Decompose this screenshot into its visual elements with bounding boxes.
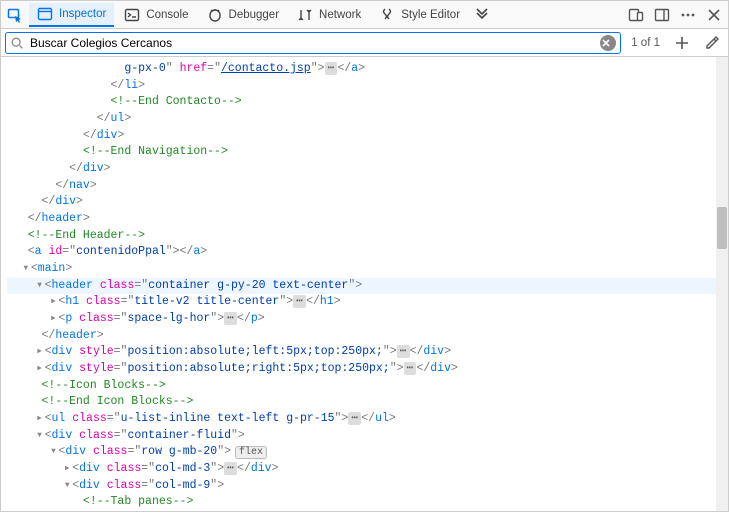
tab-styleeditor[interactable]: Style Editor bbox=[371, 3, 468, 27]
expand-toggle[interactable]: ▾ bbox=[35, 428, 45, 445]
ellipsis-icon[interactable]: ⋯ bbox=[224, 312, 237, 325]
code-line[interactable]: </div> bbox=[7, 194, 716, 211]
code-line[interactable]: </nav> bbox=[7, 178, 716, 195]
code-line[interactable]: </header> bbox=[7, 211, 716, 228]
expand-toggle[interactable]: ▸ bbox=[35, 411, 45, 428]
tab-label: Style Editor bbox=[401, 9, 460, 21]
expand-toggle[interactable]: ▸ bbox=[48, 311, 58, 328]
expand-toggle[interactable]: ▾ bbox=[62, 478, 72, 495]
more-icon[interactable] bbox=[676, 3, 700, 27]
close-icon[interactable] bbox=[702, 3, 726, 27]
expand-toggle[interactable]: ▸ bbox=[62, 461, 72, 478]
ellipsis-icon[interactable]: ⋯ bbox=[404, 362, 417, 375]
expand-toggle[interactable]: ▾ bbox=[35, 278, 45, 295]
code-line[interactable]: ▾<main> bbox=[7, 261, 716, 278]
code-line[interactable]: ▾<div class="row g-mb-20">flex bbox=[7, 444, 716, 461]
eyedropper-icon[interactable] bbox=[700, 31, 724, 55]
code-line[interactable]: </li> bbox=[7, 78, 716, 95]
tab-label: Debugger bbox=[229, 9, 280, 21]
dock-mode-icon[interactable] bbox=[650, 3, 674, 27]
devtools-window: Inspector Console Debugger Network Style… bbox=[0, 0, 729, 512]
ellipsis-icon[interactable]: ⋯ bbox=[224, 462, 237, 475]
code-line[interactable]: ▾<header class="container g-py-20 text-c… bbox=[7, 278, 716, 295]
code-line[interactable]: ▸<h1 class="title-v2 title-center">⋯</h1… bbox=[7, 294, 716, 311]
add-element-icon[interactable] bbox=[670, 31, 694, 55]
code-line[interactable]: ▸<p class="space-lg-hor">⋯</p> bbox=[7, 311, 716, 328]
tab-inspector[interactable]: Inspector bbox=[29, 3, 114, 27]
expand-toggle[interactable]: ▸ bbox=[35, 344, 45, 361]
flex-badge[interactable]: flex bbox=[235, 446, 267, 459]
clear-search-icon[interactable] bbox=[600, 35, 616, 51]
tab-label: Inspector bbox=[59, 8, 106, 20]
code-line[interactable]: ▸<ul class="u-list-inline text-left g-pr… bbox=[7, 411, 716, 428]
pick-element-icon[interactable] bbox=[3, 3, 27, 27]
markup-view[interactable]: g-px-0" href="/contacto.jsp">⋯</a> </li>… bbox=[1, 57, 716, 511]
code-line[interactable]: </div> bbox=[7, 161, 716, 178]
expand-toggle[interactable]: ▾ bbox=[48, 444, 58, 461]
ellipsis-icon[interactable]: ⋯ bbox=[397, 345, 410, 358]
code-line[interactable]: ▸<div style="position:absolute;left:5px;… bbox=[7, 344, 716, 361]
scrollbar-track[interactable] bbox=[716, 57, 728, 511]
href-link[interactable]: /contacto.jsp bbox=[221, 62, 311, 75]
code-line[interactable]: </div> bbox=[7, 128, 716, 145]
tab-console[interactable]: Console bbox=[116, 3, 196, 27]
code-line[interactable]: g-px-0" href="/contacto.jsp">⋯</a> bbox=[7, 61, 716, 78]
code-line[interactable]: <!--Tab panes--> bbox=[7, 494, 716, 511]
code-line[interactable]: ▸<div style="position:absolute;right:5px… bbox=[7, 361, 716, 378]
ellipsis-icon[interactable]: ⋯ bbox=[325, 62, 338, 75]
search-input-wrap[interactable] bbox=[5, 32, 621, 54]
code-line[interactable]: <!--Icon Blocks--> bbox=[7, 378, 716, 395]
code-line[interactable]: <!--End Navigation--> bbox=[7, 144, 716, 161]
code-line[interactable]: </header> bbox=[7, 328, 716, 345]
code-line[interactable]: </ul> bbox=[7, 111, 716, 128]
search-input[interactable] bbox=[28, 35, 600, 51]
search-icon bbox=[10, 36, 24, 50]
tab-label: Network bbox=[319, 9, 361, 21]
inspector-searchbar: 1 of 1 bbox=[1, 29, 728, 57]
code-line[interactable]: <!--End Icon Blocks--> bbox=[7, 394, 716, 411]
responsive-mode-icon[interactable] bbox=[624, 3, 648, 27]
code-line[interactable]: ▾<div class="col-md-9"> bbox=[7, 478, 716, 495]
tab-debugger[interactable]: Debugger bbox=[199, 3, 288, 27]
expand-toggle[interactable]: ▸ bbox=[48, 294, 58, 311]
ellipsis-icon[interactable]: ⋯ bbox=[293, 295, 306, 308]
scrollbar-thumb[interactable] bbox=[717, 207, 727, 249]
code-line[interactable]: <!--End Header--> bbox=[7, 228, 716, 245]
code-line[interactable]: ▾<div class="container-fluid"> bbox=[7, 428, 716, 445]
search-result-count: 1 of 1 bbox=[627, 37, 664, 49]
tab-network[interactable]: Network bbox=[289, 3, 369, 27]
expand-toggle[interactable]: ▸ bbox=[35, 361, 45, 378]
tabs-overflow-icon[interactable] bbox=[470, 3, 494, 27]
ellipsis-icon[interactable]: ⋯ bbox=[348, 412, 361, 425]
tab-label: Console bbox=[146, 9, 188, 21]
devtools-toolbar[interactable]: Inspector Console Debugger Network Style… bbox=[1, 1, 728, 29]
code-line[interactable]: <a id="contenidoPpal"></a> bbox=[7, 244, 716, 261]
expand-toggle[interactable]: ▾ bbox=[21, 261, 31, 278]
code-line[interactable]: <!--End Contacto--> bbox=[7, 94, 716, 111]
code-line[interactable]: ▸<div class="col-md-3">⋯</div> bbox=[7, 461, 716, 478]
